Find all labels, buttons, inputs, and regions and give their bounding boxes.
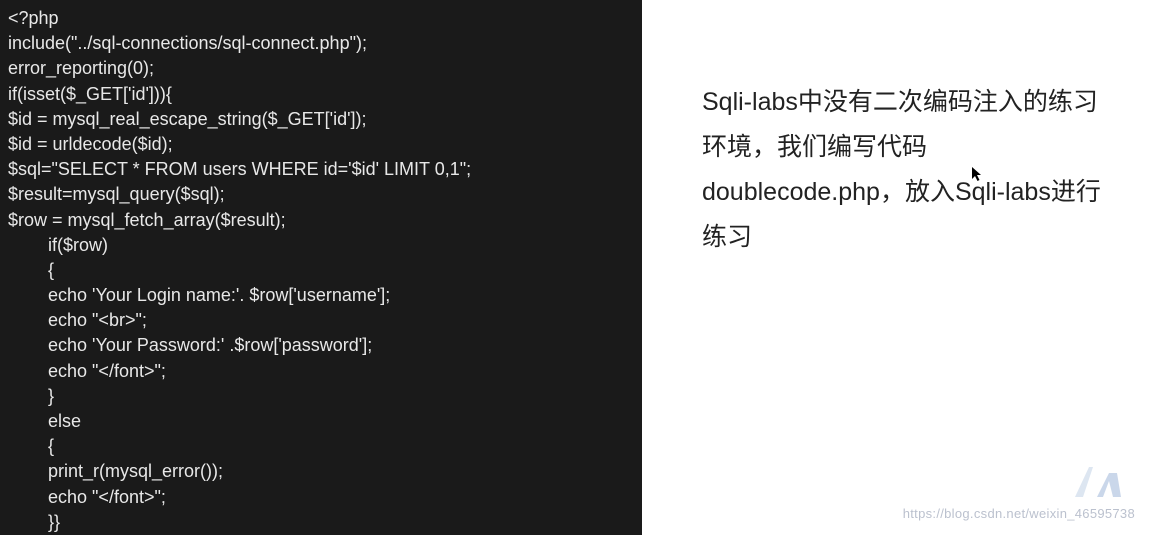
description-panel: Sqli-labs中没有二次编码注入的练习环境，我们编写代码doublecode… xyxy=(642,0,1153,535)
logo-icon xyxy=(1069,459,1123,505)
code-text: <?php include("../sql-connections/sql-co… xyxy=(8,8,582,535)
code-block: <?php include("../sql-connections/sql-co… xyxy=(0,0,642,535)
description-text: Sqli-labs中没有二次编码注入的练习环境，我们编写代码doublecode… xyxy=(702,80,1113,260)
watermark-text: https://blog.csdn.net/weixin_46595738 xyxy=(903,502,1135,525)
